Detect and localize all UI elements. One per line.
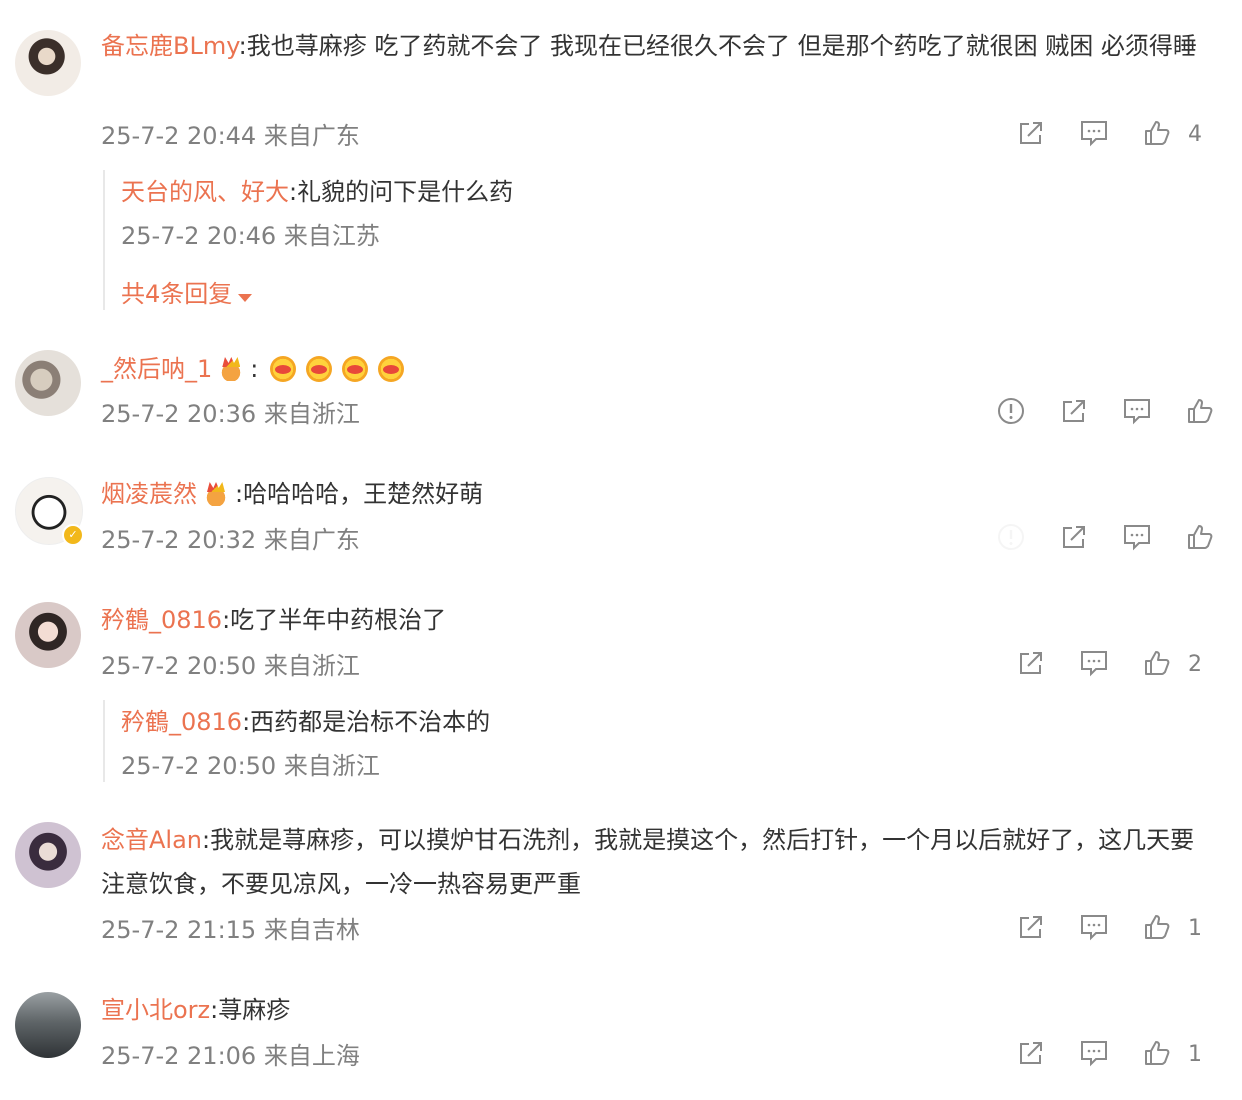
avatar[interactable] — [15, 822, 81, 888]
emoji-icon — [378, 356, 405, 382]
comment-actions: 2 — [1016, 648, 1216, 682]
comment-username[interactable]: 念音Alan — [101, 826, 202, 854]
comment-text: :我也荨麻疹 吃了药就不会了 我现在已经很久不会了 但是那个药吃了就很困 贼困 … — [238, 32, 1197, 60]
comment-button[interactable] — [1079, 912, 1113, 946]
like-button[interactable] — [1185, 522, 1219, 556]
verified-badge-icon: ✓ — [62, 524, 84, 546]
comment-body: 矜鶴_0816:吃了半年中药根治了 — [101, 598, 1212, 642]
comment-icon — [1081, 915, 1107, 941]
comment-button[interactable] — [1079, 648, 1113, 682]
thumbs-up-icon — [1188, 399, 1213, 423]
report-button[interactable] — [996, 522, 1030, 556]
comment-button[interactable] — [1122, 522, 1156, 556]
caret-down-icon — [238, 293, 253, 302]
comment-actions: 4 — [1016, 118, 1216, 152]
comment-actions: 1 — [1016, 1038, 1216, 1072]
comment-meta: 25-7-2 20:50 来自浙江 — [101, 652, 360, 680]
thumbs-up-icon — [1145, 651, 1170, 675]
share-icon — [1020, 652, 1042, 674]
reply-username[interactable]: 矜鶴_0816 — [121, 708, 242, 736]
reply-username[interactable]: 天台的风、好大 — [121, 178, 289, 206]
avatar[interactable] — [15, 350, 81, 416]
more-replies-link[interactable]: 共4条回复 — [121, 279, 1121, 309]
thumbs-up-icon — [1145, 121, 1170, 145]
share-button[interactable] — [1016, 118, 1050, 152]
comment-username[interactable]: _然后呐_1 — [101, 355, 212, 383]
comment-button[interactable] — [1079, 1038, 1113, 1072]
avatar[interactable] — [15, 602, 81, 668]
share-button[interactable] — [1016, 912, 1050, 946]
comment-icon — [1081, 651, 1107, 677]
report-button[interactable] — [996, 396, 1030, 430]
comment-body: 烟凌莀然 :哈哈哈哈，王楚然好萌 — [101, 472, 1212, 516]
like-button[interactable] — [1142, 118, 1176, 152]
avatar[interactable] — [15, 30, 81, 96]
share-button[interactable] — [1059, 522, 1093, 556]
comment-text: :吃了半年中药根治了 — [222, 606, 447, 634]
comment-username[interactable]: 矜鶴_0816 — [101, 606, 222, 634]
report-icon — [998, 524, 1024, 550]
comment-button[interactable] — [1079, 118, 1113, 152]
comment-body: _然后呐_1: — [101, 347, 1212, 391]
emoji-icon — [270, 356, 297, 382]
comment-text: :哈哈哈哈，王楚然好萌 — [235, 480, 484, 508]
share-icon — [1020, 122, 1042, 144]
comment-button[interactable] — [1122, 396, 1156, 430]
reply-list: 矜鶴_0816:西药都是治标不治本的 25-7-2 20:50 来自浙江 — [103, 700, 1121, 782]
comment-body: 念音Alan:我就是荨麻疹，可以摸炉甘石洗剂，我就是摸这个，然后打针，一个月以后… — [101, 818, 1211, 906]
reply-meta: 25-7-2 20:46 来自江苏 — [121, 222, 380, 250]
like-button[interactable] — [1142, 912, 1176, 946]
comment-actions — [996, 396, 1216, 430]
reply-meta: 25-7-2 20:50 来自浙江 — [121, 752, 380, 780]
comment-meta: 25-7-2 20:32 来自广东 — [101, 526, 360, 554]
comment-body: 宣小北orz:荨麻疹 — [101, 988, 1212, 1032]
avatar[interactable] — [15, 992, 81, 1058]
share-icon — [1063, 526, 1085, 548]
reply-body: 天台的风、好大:礼貌的问下是什么药 — [121, 170, 1121, 214]
like-button[interactable] — [1142, 1038, 1176, 1072]
like-count: 1 — [1188, 1042, 1202, 1067]
share-button[interactable] — [1059, 396, 1093, 430]
comment-text: :我就是荨麻疹，可以摸炉甘石洗剂，我就是摸这个，然后打针，一个月以后就好了，这几… — [101, 826, 1195, 898]
share-button[interactable] — [1016, 648, 1050, 682]
comment-username[interactable]: 宣小北orz — [101, 996, 210, 1024]
comment-text: : — [250, 355, 259, 383]
comment-icon — [1124, 399, 1150, 425]
comment-username[interactable]: 烟凌莀然 — [101, 480, 197, 508]
like-count: 2 — [1188, 652, 1202, 677]
like-count: 1 — [1188, 916, 1202, 941]
thumbs-up-icon — [1188, 525, 1213, 549]
comment-meta: 25-7-2 21:15 来自吉林 — [101, 916, 360, 944]
like-count: 4 — [1188, 122, 1202, 147]
emoji-icon — [306, 356, 333, 382]
comment-icon — [1124, 525, 1150, 551]
thumbs-up-icon — [1145, 1041, 1170, 1065]
comment-icon — [1081, 121, 1107, 147]
member-crown-icon — [218, 357, 245, 381]
reply-text: :礼貌的问下是什么药 — [289, 178, 514, 206]
share-icon — [1020, 1042, 1042, 1064]
comment-text: :荨麻疹 — [210, 996, 291, 1024]
comment-meta: 25-7-2 20:36 来自浙江 — [101, 400, 360, 428]
comment-actions — [996, 522, 1216, 556]
reply-body: 矜鶴_0816:西药都是治标不治本的 — [121, 700, 1121, 744]
comment-icon — [1081, 1041, 1107, 1067]
reply-list: 天台的风、好大:礼貌的问下是什么药 25-7-2 20:46 来自江苏 共4条回… — [103, 170, 1121, 310]
report-icon — [998, 398, 1024, 424]
comment-meta: 25-7-2 21:06 来自上海 — [101, 1042, 360, 1070]
like-button[interactable] — [1142, 648, 1176, 682]
like-button[interactable] — [1185, 396, 1219, 430]
comment-actions: 1 — [1016, 912, 1216, 946]
member-crown-icon — [203, 482, 229, 506]
comment-body: 备忘鹿BLmy:我也荨麻疹 吃了药就不会了 我现在已经很久不会了 但是那个药吃了… — [101, 24, 1211, 68]
reply-text: :西药都是治标不治本的 — [242, 708, 491, 736]
share-icon — [1063, 400, 1085, 422]
share-icon — [1020, 916, 1042, 938]
comment-username[interactable]: 备忘鹿BLmy — [101, 32, 239, 60]
emoji-icon — [342, 356, 369, 382]
thumbs-up-icon — [1145, 915, 1170, 939]
more-replies-label: 共4条回复 — [121, 280, 233, 308]
share-button[interactable] — [1016, 1038, 1050, 1072]
comment-meta: 25-7-2 20:44 来自广东 — [101, 122, 360, 150]
